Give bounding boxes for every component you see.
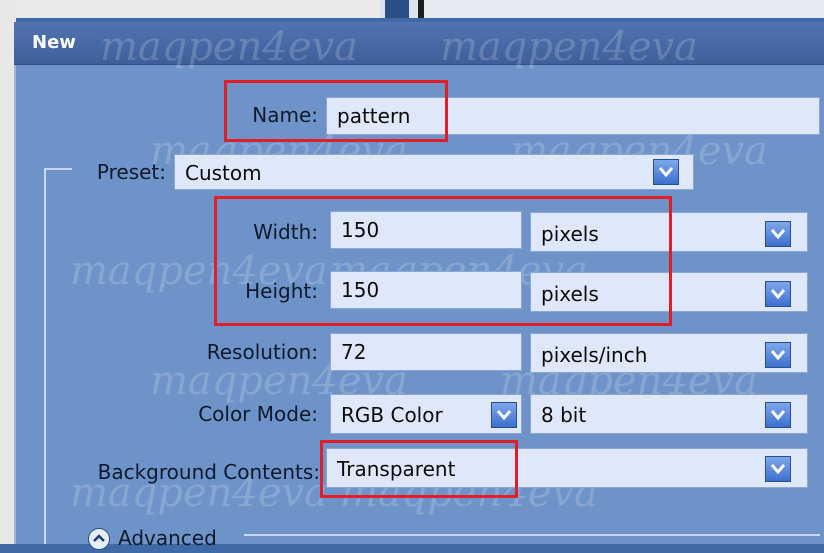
height-unit-value: pixels <box>541 282 599 306</box>
chevron-down-icon[interactable] <box>765 221 791 247</box>
height-field[interactable]: 150 <box>330 271 522 309</box>
chevron-down-icon[interactable] <box>653 159 679 185</box>
color-mode-value: RGB Color <box>341 403 443 427</box>
resolution-unit-value: pixels/inch <box>541 343 648 367</box>
preset-label: Preset: <box>96 160 166 184</box>
background-window-top <box>0 0 824 18</box>
background-contents-label: Background Contents: <box>97 460 320 484</box>
color-mode-select[interactable]: RGB Color <box>330 394 522 434</box>
width-unit-select[interactable]: pixels <box>530 212 808 252</box>
bit-depth-value: 8 bit <box>541 403 587 427</box>
bit-depth-select[interactable]: 8 bit <box>530 394 808 434</box>
width-unit-value: pixels <box>541 222 599 246</box>
group-box-left-border <box>44 168 46 544</box>
chevron-down-icon[interactable] <box>765 342 791 368</box>
background-contents-value: Transparent <box>337 457 456 481</box>
preset-select[interactable]: Custom <box>174 154 694 190</box>
dialog-title-bar[interactable]: New <box>14 22 824 65</box>
advanced-section-divider <box>244 534 820 536</box>
chevron-down-icon[interactable] <box>765 402 791 428</box>
background-contents-select[interactable]: Transparent <box>326 448 808 488</box>
dialog-title: New <box>32 32 76 53</box>
color-mode-label: Color Mode: <box>198 402 318 426</box>
chevron-down-icon[interactable] <box>491 402 517 428</box>
preset-value: Custom <box>185 161 262 185</box>
resolution-field[interactable]: 72 <box>330 333 522 371</box>
chevron-down-icon[interactable] <box>765 281 791 307</box>
height-label: Height: <box>245 279 318 303</box>
advanced-toggle-button[interactable] <box>88 528 110 550</box>
name-field[interactable]: pattern <box>326 97 820 135</box>
chevron-down-icon[interactable] <box>765 456 791 482</box>
resolution-label: Resolution: <box>206 340 318 364</box>
advanced-label: Advanced <box>118 526 217 550</box>
chevron-up-icon <box>93 534 105 542</box>
name-label: Name: <box>252 103 318 127</box>
width-label: Width: <box>253 220 318 244</box>
height-unit-select[interactable]: pixels <box>530 272 808 312</box>
width-field[interactable]: 150 <box>330 211 522 249</box>
resolution-unit-select[interactable]: pixels/inch <box>530 333 808 373</box>
